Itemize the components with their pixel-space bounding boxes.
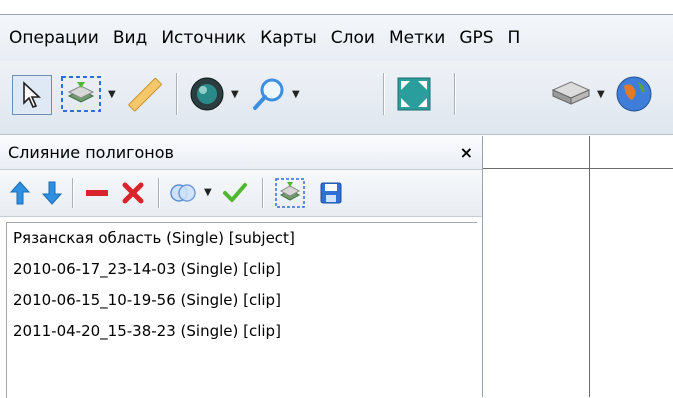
ruler-icon [128,77,162,112]
panel-toolbar-separator [158,178,160,208]
map-grid-line [589,136,590,397]
list-item[interactable]: 2010-06-17_23-14-03 (Single) [clip] [7,254,477,285]
merge-icon [170,184,196,202]
toolbar-separator [176,73,178,115]
menu-source[interactable]: Источник [154,15,253,61]
cursor-icon [23,81,42,108]
move-up-button[interactable] [6,178,34,208]
magnifier-icon [253,78,284,110]
select-area-button[interactable] [56,73,106,115]
map-grid-line [483,168,673,169]
apply-button[interactable] [220,178,250,208]
create-layer-button[interactable] [272,176,308,210]
map-view[interactable] [483,136,673,397]
list-item[interactable]: 2011-04-20_15-38-23 (Single) [clip] [7,316,477,347]
merge-operation-button[interactable] [166,178,200,208]
globe-dropdown-arrow[interactable]: ▼ [231,89,239,100]
merge-operation-dropdown[interactable]: ▼ [204,187,212,198]
selection-layer-icon [61,76,101,112]
ruler-tool-button[interactable] [124,75,164,115]
select-area-dropdown-arrow[interactable]: ▼ [108,89,116,100]
layer-icon [275,178,305,208]
panel-toolbar-separator [262,178,264,208]
expand-icon [397,77,431,111]
menu-maps[interactable]: Карты [253,15,324,61]
window-top-strip [0,0,673,15]
panel-toolbar: ▼ [0,170,482,217]
menu-gps[interactable]: GPS [452,15,500,61]
menu-bar: Операции Вид Источник Карты Слои Метки G… [0,15,673,61]
storage-dropdown-arrow[interactable]: ▼ [597,89,605,100]
menu-marks[interactable]: Метки [382,15,452,61]
ok-icon [223,183,247,202]
toolbar-separator [454,73,456,115]
globe-icon [190,77,224,111]
remove-button[interactable] [82,178,112,208]
save-icon [320,182,342,204]
menu-help-truncated[interactable]: П [501,15,528,61]
list-item[interactable]: 2010-06-15_10-19-56 (Single) [clip] [7,285,477,316]
earth-icon [616,76,652,112]
delete-button[interactable] [118,178,148,208]
panel-title: Слияние полигонов [8,143,174,162]
delete-icon [122,182,144,204]
arrow-up-icon [9,181,31,205]
save-button[interactable] [316,178,346,208]
close-icon[interactable]: × [460,136,473,169]
toolbar-separator [383,73,385,115]
menu-operations[interactable]: Операции [0,15,106,61]
globe-button[interactable] [186,73,228,115]
menu-view[interactable]: Вид [106,15,154,61]
panel-header: Слияние полигонов × [0,136,482,170]
move-down-button[interactable] [38,178,66,208]
main-toolbar: ▼ ▼ ▼ ▼ [0,61,673,135]
earth-button[interactable] [614,73,673,115]
full-screen-button[interactable] [395,75,433,113]
hard-drive-icon [551,81,591,105]
merge-polygons-panel: Слияние полигонов × ▼ Рязанская область … [0,136,483,398]
polygon-list[interactable]: Рязанская область (Single) [subject] 201… [6,222,477,398]
search-dropdown-arrow[interactable]: ▼ [292,89,300,100]
storage-button[interactable] [548,73,594,115]
menu-layers[interactable]: Слои [324,15,382,61]
panel-toolbar-separator [72,178,74,208]
list-item[interactable]: Рязанская область (Single) [subject] [7,223,477,254]
search-button[interactable] [248,73,290,115]
arrow-down-icon [41,181,63,205]
minus-icon [86,190,108,196]
pointer-tool-button[interactable] [12,75,52,115]
